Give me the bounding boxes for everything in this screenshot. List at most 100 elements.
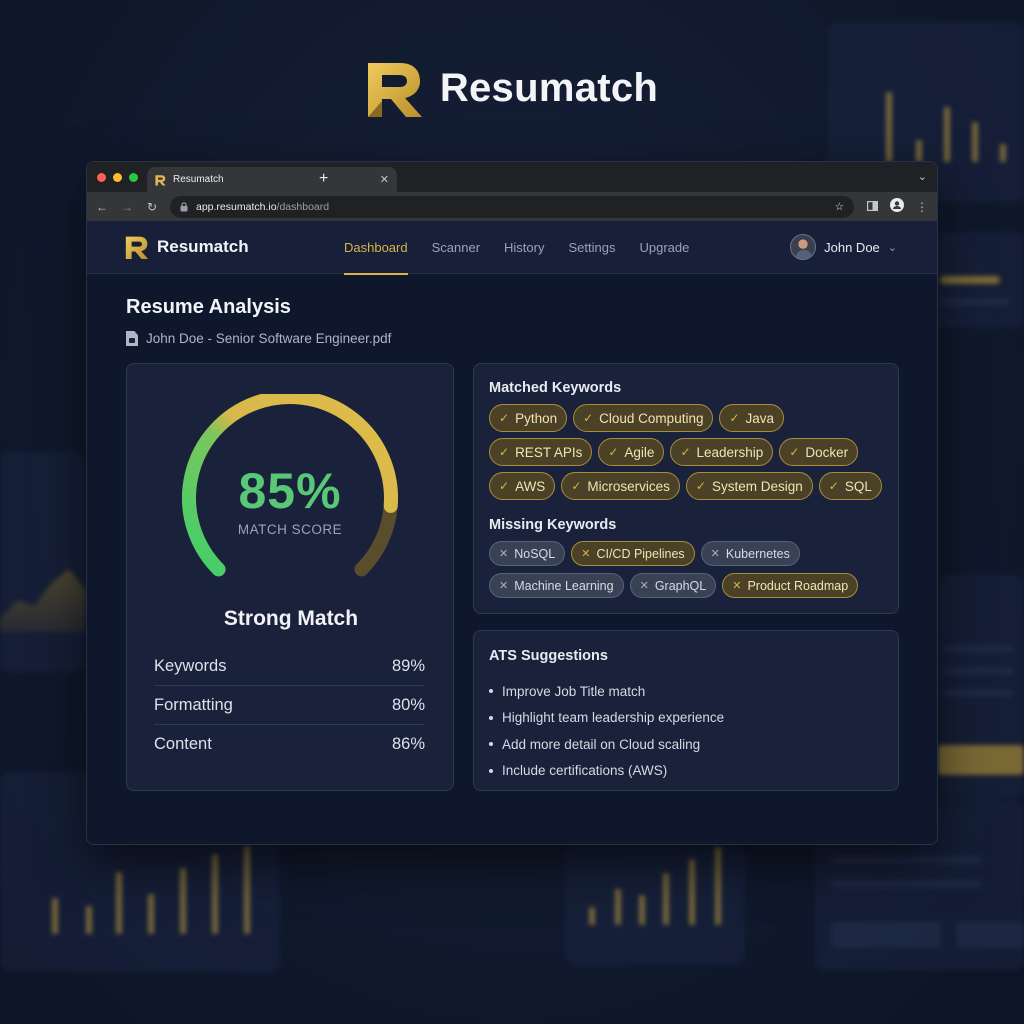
user-menu[interactable]: John Doe ⌄ (790, 234, 897, 260)
background-panel-right-mid (930, 232, 1024, 328)
keyword-label: Product Roadmap (747, 578, 849, 593)
missing-keyword-chip[interactable]: ✕ Machine Learning (489, 573, 624, 598)
brand-name: Resumatch (439, 65, 659, 110)
metric-row-formatting: Formatting 80% (154, 686, 425, 725)
matched-keyword-chip[interactable]: ✓ Leadership (670, 438, 774, 466)
address-bar[interactable]: app.resumatch.io/dashboard ☆ (170, 195, 854, 218)
bookmark-star-icon[interactable]: ☆ (835, 201, 844, 213)
x-icon: ✕ (581, 548, 591, 560)
ats-suggestion-text: Add more detail on Cloud scaling (502, 736, 701, 752)
bullet-icon (489, 768, 493, 773)
profile-icon[interactable] (890, 198, 904, 215)
ats-suggestions-card: ATS Suggestions Improve Job Title match H… (473, 630, 899, 791)
ats-suggestion-text: Highlight team leadership experience (502, 710, 725, 726)
maximize-window-button[interactable] (129, 173, 138, 182)
keyword-label: System Design (711, 478, 803, 494)
app-logo-icon (125, 236, 149, 259)
matched-keywords-title: Matched Keywords (489, 380, 622, 396)
x-icon: ✕ (732, 580, 742, 592)
keyword-label: Microservices (587, 478, 670, 494)
x-icon: ✕ (639, 580, 649, 592)
close-window-button[interactable] (97, 173, 106, 182)
keyword-label: Machine Learning (514, 578, 614, 593)
url-path: /dashboard (276, 200, 330, 213)
close-tab-icon[interactable]: ✕ (380, 173, 389, 186)
tab-search-chevron-icon[interactable]: ⌄ (918, 170, 927, 183)
missing-keyword-chip[interactable]: ✕ Kubernetes (700, 541, 800, 566)
lock-icon (180, 201, 188, 211)
reload-icon[interactable]: ↻ (145, 200, 159, 214)
avatar (790, 234, 817, 260)
window-controls (97, 173, 138, 182)
browser-tab[interactable]: Resumatch ✕ (147, 167, 397, 192)
app-name: Resumatch (157, 237, 249, 256)
resumatch-logo-icon (367, 63, 422, 117)
check-icon: ✓ (828, 479, 839, 493)
matched-keyword-chip[interactable]: ✓ Microservices (561, 472, 680, 500)
keyword-label: GraphQL (654, 578, 707, 593)
nav-link-history[interactable]: History (504, 221, 544, 274)
matched-keyword-chip[interactable]: ✓ Docker (779, 438, 859, 466)
matched-keyword-chip[interactable]: ✓ System Design (685, 472, 813, 500)
keyword-label: Cloud Computing (599, 410, 704, 426)
check-icon: ✓ (680, 445, 691, 459)
missing-keyword-chip[interactable]: ✕ NoSQL (489, 541, 566, 566)
file-row: John Doe - Senior Software Engineer.pdf (126, 331, 898, 346)
new-tab-button[interactable]: + (319, 170, 328, 188)
matched-keyword-chip[interactable]: ✓ SQL (818, 472, 882, 500)
nav-link-upgrade[interactable]: Upgrade (639, 221, 689, 274)
missing-keyword-chip[interactable]: ✕ CI/CD Pipelines (571, 541, 695, 566)
x-icon: ✕ (499, 580, 509, 592)
matched-keyword-chip[interactable]: ✓ Agile (598, 438, 665, 466)
check-icon: ✓ (499, 445, 510, 459)
matched-keyword-chip[interactable]: ✓ Cloud Computing (573, 404, 714, 432)
match-score-gauge: 85% MATCH SCORE (178, 390, 402, 584)
background-panel-left-chart (0, 452, 86, 672)
tab-title: Resumatch (173, 174, 224, 185)
keyword-label: Docker (805, 444, 849, 460)
nav-link-scanner[interactable]: Scanner (432, 221, 480, 274)
file-name: John Doe - Senior Software Engineer.pdf (146, 331, 392, 346)
metric-name: Keywords (154, 656, 227, 675)
forward-arrow-icon[interactable]: → (120, 200, 134, 214)
keyword-label: NoSQL (514, 546, 556, 561)
minimize-window-button[interactable] (113, 173, 122, 182)
ats-suggestions-list: Improve Job Title match Highlight team le… (489, 678, 883, 784)
check-icon: ✓ (583, 411, 594, 425)
app-navbar: Resumatch Dashboard Scanner History Sett… (87, 221, 937, 275)
bullet-icon (489, 715, 493, 720)
side-panel-icon[interactable] (865, 200, 879, 214)
x-icon: ✕ (710, 548, 720, 560)
back-arrow-icon[interactable]: ← (95, 200, 109, 214)
metric-name: Content (154, 735, 212, 753)
keyword-label: Agile (624, 444, 655, 460)
matched-keyword-chip[interactable]: ✓ AWS (489, 472, 556, 500)
nav-link-settings[interactable]: Settings (568, 221, 615, 274)
check-icon: ✓ (608, 445, 619, 459)
ats-suggestion-item: Improve Job Title match (489, 678, 883, 705)
ats-suggestion-item: Include certifications (AWS) (489, 758, 883, 785)
matched-keyword-chip[interactable]: ✓ Java (719, 404, 785, 432)
missing-keywords-title: Missing Keywords (489, 517, 617, 533)
app-logo[interactable]: Resumatch (125, 234, 249, 260)
ats-suggestion-text: Improve Job Title match (502, 683, 646, 699)
browser-menu-icon[interactable]: ⋮ (915, 200, 929, 214)
bullet-icon (489, 689, 493, 694)
browser-toolbar: ← → ↻ app.resumatch.io/dashboard ☆ ⋮ (87, 192, 937, 221)
metric-value: 80% (391, 695, 425, 714)
keyword-label: Python (515, 410, 558, 426)
tab-strip: Resumatch ✕ + ⌄ (87, 162, 937, 192)
url-host: app.resumatch.io (196, 200, 277, 213)
keyword-label: Leadership (696, 444, 764, 460)
matched-keyword-chip[interactable]: ✓ Python (489, 404, 568, 432)
background-panel-bottom-center (565, 845, 745, 965)
nav-link-dashboard[interactable]: Dashboard (344, 221, 408, 275)
check-icon: ✓ (695, 479, 706, 493)
metric-name: Formatting (154, 695, 233, 714)
browser-window: Resumatch ✕ + ⌄ ← → ↻ app.resumatch.io/d… (86, 161, 938, 845)
missing-keyword-chip[interactable]: ✕ Product Roadmap (722, 573, 859, 598)
missing-keyword-chip[interactable]: ✕ GraphQL (629, 573, 717, 598)
metric-value: 86% (391, 735, 425, 753)
chevron-down-icon: ⌄ (887, 241, 897, 254)
matched-keyword-chip[interactable]: ✓ REST APIs (489, 438, 593, 466)
